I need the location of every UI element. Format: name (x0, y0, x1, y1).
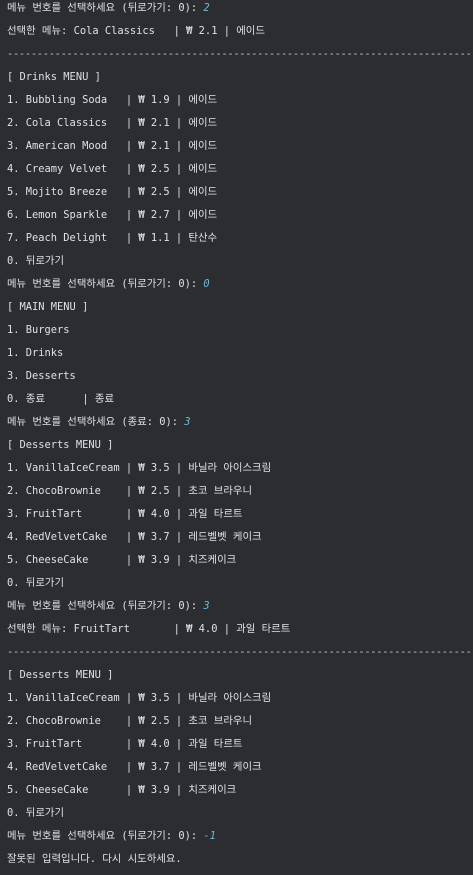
menu-item: 4. RedVelvetCake | ₩ 3.7 | 레드벨벳 케이크 (7, 531, 262, 543)
menu-item: 1. Burgers (7, 324, 70, 336)
menu-item: 0. 뒤로가기 (7, 255, 65, 267)
menu-item: 2. ChocoBrownie | ₩ 2.5 | 초코 브라우니 (7, 485, 253, 497)
menu-header: [ MAIN MENU ] (7, 301, 89, 313)
menu-item: 1. VanillaIceCream | ₩ 3.5 | 바닐라 아이스크림 (7, 462, 272, 474)
menu-item: 3. American Mood | ₩ 2.1 | 에이드 (7, 140, 218, 152)
user-input: 3 (203, 600, 210, 612)
prompt-text: 메뉴 번호를 선택하세요 (뒤로가기: 0): (7, 278, 204, 290)
menu-item: 2. Cola Classics | ₩ 2.1 | 에이드 (7, 117, 218, 129)
menu-header: [ Desserts MENU ] (7, 669, 114, 681)
menu-item: 7. Peach Delight | ₩ 1.1 | 탄산수 (7, 232, 218, 244)
menu-item: 5. CheeseCake | ₩ 3.9 | 치즈케이크 (7, 784, 237, 796)
menu-header: [ Desserts MENU ] (7, 439, 114, 451)
console-line: 메뉴 번호를 선택하세요 (종료: 0): 3 (7, 415, 473, 438)
console-line: 메뉴 번호를 선택하세요 (뒤로가기: 0): 2 (7, 1, 473, 24)
error-message: 잘못된 입력입니다. 다시 시도하세요. (7, 853, 182, 865)
console-output[interactable]: 메뉴 번호를 선택하세요 (뒤로가기: 0): 2 선택한 메뉴: Cola C… (0, 0, 473, 868)
menu-item: 5. CheeseCake | ₩ 3.9 | 치즈케이크 (7, 554, 237, 566)
menu-item: 3. Desserts (7, 370, 76, 382)
menu-item: 3. FruitTart | ₩ 4.0 | 과일 타르트 (7, 508, 243, 520)
prompt-text: 메뉴 번호를 선택하세요 (뒤로가기: 0): (7, 600, 204, 612)
menu-item: 4. Creamy Velvet | ₩ 2.5 | 에이드 (7, 163, 218, 175)
menu-item: 4. RedVelvetCake | ₩ 3.7 | 레드벨벳 케이크 (7, 761, 262, 773)
menu-item: 3. FruitTart | ₩ 4.0 | 과일 타르트 (7, 738, 243, 750)
console-line: 선택한 메뉴: FruitTart | ₩ 4.0 | 과일 타르트 (7, 623, 291, 635)
menu-item: 1. Bubbling Soda | ₩ 1.9 | 에이드 (7, 94, 218, 106)
console-line: 메뉴 번호를 선택하세요 (뒤로가기: 0): 0 (7, 277, 473, 300)
menu-item: 2. ChocoBrownie | ₩ 2.5 | 초코 브라우니 (7, 715, 253, 727)
console-line: 메뉴 번호를 선택하세요 (뒤로가기: 0): -1 (7, 829, 473, 852)
user-input: -1 (203, 830, 216, 842)
user-input: 2 (203, 2, 210, 14)
separator-line: ----------------------------------------… (7, 48, 472, 60)
menu-item: 0. 종료 | 종료 (7, 393, 115, 405)
prompt-text: 메뉴 번호를 선택하세요 (종료: 0): (7, 416, 185, 428)
prompt-text: 메뉴 번호를 선택하세요 (뒤로가기: 0): (7, 2, 204, 14)
console-line: 선택한 메뉴: Cola Classics | ₩ 2.1 | 에이드 (7, 25, 265, 37)
menu-item: 6. Lemon Sparkle | ₩ 2.7 | 에이드 (7, 209, 218, 221)
separator-line: ----------------------------------------… (7, 646, 472, 658)
menu-header: [ Drinks MENU ] (7, 71, 101, 83)
console-line: 메뉴 번호를 선택하세요 (뒤로가기: 0): 3 (7, 599, 473, 622)
menu-item: 0. 뒤로가기 (7, 577, 65, 589)
menu-item: 1. VanillaIceCream | ₩ 3.5 | 바닐라 아이스크림 (7, 692, 272, 704)
menu-item: 0. 뒤로가기 (7, 807, 65, 819)
prompt-text: 메뉴 번호를 선택하세요 (뒤로가기: 0): (7, 830, 204, 842)
menu-item: 5. Mojito Breeze | ₩ 2.5 | 에이드 (7, 186, 218, 198)
user-input: 0 (203, 278, 210, 290)
menu-item: 1. Drinks (7, 347, 64, 359)
user-input: 3 (184, 416, 191, 428)
